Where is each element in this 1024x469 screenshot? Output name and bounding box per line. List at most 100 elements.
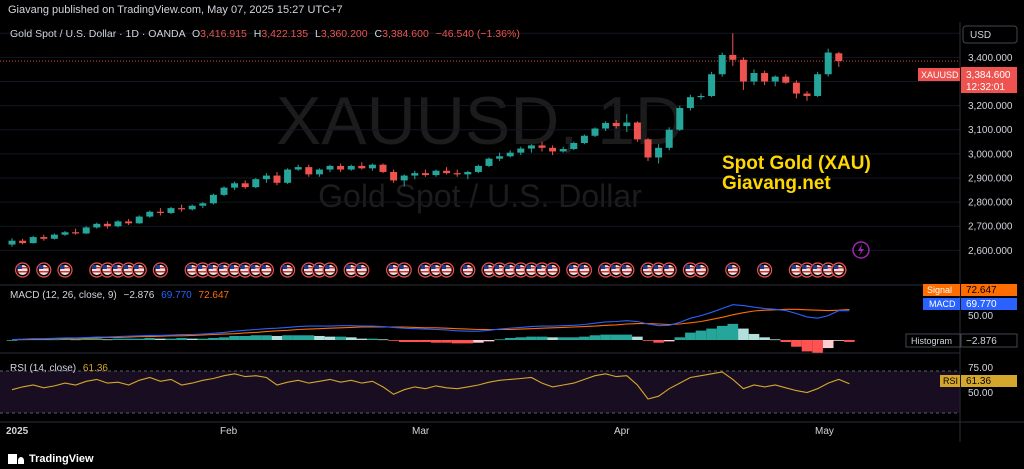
histogram-bar [292,335,304,340]
us-flag-icon[interactable] [661,262,677,278]
histogram-bar [335,336,346,340]
us-flag-icon[interactable] [460,262,476,278]
candle-body [82,227,90,234]
us-flag-icon[interactable] [36,262,52,278]
histogram-bar [345,337,357,340]
us-flag-icon[interactable] [131,262,147,278]
flag-canton [643,265,648,269]
us-flag-icon[interactable] [831,262,847,278]
us-flag-icon[interactable] [693,262,709,278]
candle-body [262,175,270,180]
flag-stripe [664,271,675,273]
c-value: 3,384.600 [382,28,429,40]
flag-canton [102,265,107,269]
flag-canton [526,265,531,269]
macd-name: MACD (12, 26, close, 9) [10,290,117,301]
flag-canton [219,265,224,269]
us-flag-icon[interactable] [280,262,296,278]
us-flag-icon[interactable] [396,262,412,278]
flag-canton [441,265,447,269]
flag-canton [229,265,235,269]
candle-body [612,122,620,127]
us-flag-icon[interactable] [15,262,31,278]
countdown-text: 12:32:01 [966,82,1005,93]
candle-body [506,152,514,157]
candle-body [400,175,408,181]
histogram-bar [441,340,452,343]
time-label-feb: Feb [220,426,238,437]
us-flag-icon[interactable] [544,262,561,278]
histogram-bar [568,337,580,340]
macd-v3: 72.647 [199,290,230,301]
histogram-bar [695,330,707,340]
flag-canton [325,265,330,269]
candle-body [644,139,652,158]
flag-canton [484,265,489,269]
candle-body [718,54,726,75]
published-text: Giavang published on TradingView.com, Ma… [8,4,343,16]
change-value: −46.540 (−1.36%) [436,28,520,40]
histogram-value-text: −2.876 [966,336,997,347]
histogram-bar [483,340,495,342]
o-label: O [192,28,200,40]
flag-canton [547,265,553,269]
histogram-bar [610,334,622,340]
histogram-bar [49,339,60,341]
histogram-bar [557,337,569,340]
flag-stripe [462,271,473,273]
candle-body [178,208,186,210]
histogram-bar [716,325,728,340]
candle-body [814,74,822,96]
us-flag-icon[interactable] [619,262,635,278]
histogram-bar [261,335,272,340]
rsi-tag-value: 61.36 [966,376,991,387]
currency-button[interactable]: USD [962,25,1018,44]
flag-canton [600,265,606,269]
histogram-bar [303,335,315,340]
candle-body [686,97,694,109]
histogram-bar [579,336,590,340]
candle-body [527,145,535,149]
us-flag-icon[interactable] [258,262,274,278]
histogram-bar [473,340,484,343]
histogram-bar [282,335,293,340]
time-label-2025: 2025 [6,426,29,437]
us-flag-icon[interactable] [152,262,168,278]
flag-stripe [261,271,272,273]
us-flag-icon[interactable] [756,262,773,278]
macd-tag: MACD 69.770 [923,298,1017,310]
flag-canton [134,265,139,269]
candle-body [284,169,292,183]
histogram-bar [133,338,145,340]
signal-value-text: 72.647 [966,285,997,296]
chart-area[interactable]: XAUUSD, 1D Gold Spot / U.S. Dollar Gold … [0,22,1024,442]
flag-stripe [696,271,706,273]
histogram-bar [621,334,633,340]
flag-canton [462,265,468,269]
macd-value-text: 69.770 [966,299,997,310]
flag-canton [653,265,659,269]
us-flag-icon[interactable] [576,262,593,278]
chart-svg[interactable]: XAUUSD, 1D Gold Spot / U.S. Dollar Gold … [0,22,1024,442]
histogram-bar [70,339,81,341]
flag-canton [388,265,394,269]
flag-stripe [134,271,145,273]
candle-body [432,170,440,176]
currency-label: USD [970,30,991,41]
flag-stripe [38,271,49,273]
histogram-bar [515,337,527,340]
us-flag-icon[interactable] [322,262,338,278]
histogram-bar [632,336,643,340]
histogram-bar [367,338,378,340]
candle-body [252,179,260,188]
us-flag-icon[interactable] [57,262,73,278]
signal-tag: Signal 72.647 [923,284,1017,296]
us-flag-icon[interactable] [354,262,370,278]
flag-canton [346,265,351,269]
price-tick-label: 3,100.000 [968,125,1013,136]
histogram-bar [144,337,156,340]
candle-body [464,171,472,175]
us-flag-icon[interactable] [439,262,455,278]
us-flag-icon[interactable] [725,262,741,278]
histogram-bar [589,335,601,340]
